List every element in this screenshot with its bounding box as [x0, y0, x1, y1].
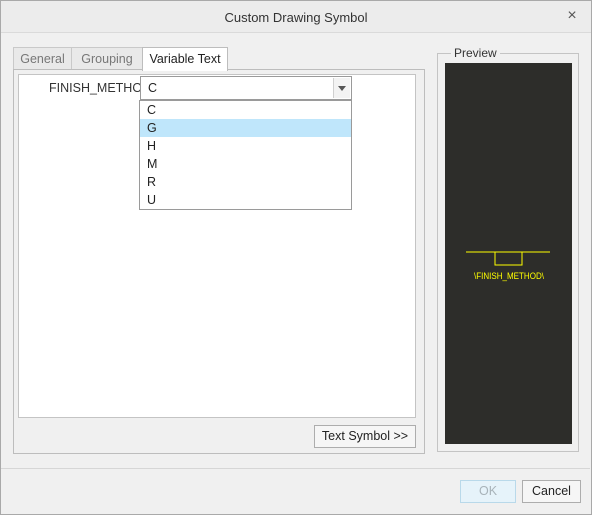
footer-divider	[1, 468, 590, 469]
tab-variable-text[interactable]: Variable Text	[142, 47, 228, 71]
dropdown-option-c[interactable]: C	[140, 101, 351, 119]
chevron-down-icon[interactable]	[333, 78, 350, 98]
symbol-variable-text: \FINISH_METHOD\	[474, 271, 544, 281]
dropdown-option-u[interactable]: U	[140, 191, 351, 209]
finish-method-label: FINISH_METHOD	[49, 81, 141, 95]
preview-canvas: \FINISH_METHOD\	[445, 63, 572, 444]
combo-selected-value: C	[148, 81, 158, 95]
dialog-title: Custom Drawing Symbol	[224, 10, 368, 25]
symbol-preview-graphic: \FINISH_METHOD\	[466, 251, 550, 281]
finish-method-combobox[interactable]: C	[140, 76, 352, 100]
cancel-button[interactable]: Cancel	[522, 480, 581, 503]
symbol-box	[494, 252, 523, 266]
preview-label: Preview	[451, 46, 500, 60]
finish-method-dropdown-list: C G H M R U	[139, 100, 352, 210]
tab-grouping[interactable]: Grouping	[71, 47, 143, 70]
dropdown-option-m[interactable]: M	[140, 155, 351, 173]
title-bar: Custom Drawing Symbol ×	[1, 1, 591, 33]
close-icon[interactable]: ×	[563, 6, 581, 26]
dropdown-option-g[interactable]: G	[140, 119, 351, 137]
text-symbol-button[interactable]: Text Symbol >>	[314, 425, 416, 448]
ok-button[interactable]: OK	[460, 480, 516, 503]
tab-general[interactable]: General	[13, 47, 72, 70]
dropdown-option-h[interactable]: H	[140, 137, 351, 155]
dropdown-option-r[interactable]: R	[140, 173, 351, 191]
